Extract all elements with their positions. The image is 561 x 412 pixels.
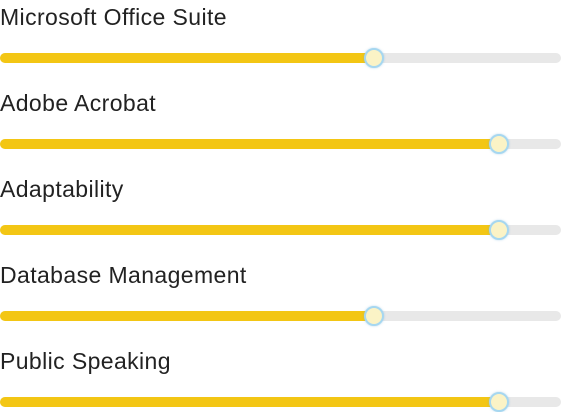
skill-public-speaking: Public Speaking [0,346,561,412]
skill-slider-track[interactable] [0,134,561,154]
skill-slider-fill [0,311,374,321]
skill-label: Adaptability [0,176,124,202]
skill-slider-handle[interactable] [363,306,384,326]
skill-slider-handle[interactable] [363,48,384,68]
skill-slider-handle[interactable] [489,220,510,240]
skill-adaptability: Adaptability [0,174,561,240]
skill-label: Database Management [0,262,247,288]
skill-slider-fill [0,53,374,63]
skill-slider-track[interactable] [0,48,561,68]
skill-label: Microsoft Office Suite [0,4,227,30]
skills-panel: Microsoft Office Suite Adobe Acrobat Ada… [0,0,561,412]
skill-slider-track[interactable] [0,392,561,412]
skill-adobe-acrobat: Adobe Acrobat [0,88,561,154]
skill-microsoft-office-suite: Microsoft Office Suite [0,2,561,68]
skill-label: Public Speaking [0,348,171,374]
skill-label: Adobe Acrobat [0,90,157,116]
skill-database-management: Database Management [0,260,561,326]
skill-slider-fill [0,225,500,235]
skill-slider-fill [0,139,500,149]
skill-slider-track[interactable] [0,220,561,240]
skill-slider-handle[interactable] [489,392,510,412]
skill-slider-handle[interactable] [489,134,510,154]
skill-slider-fill [0,397,500,407]
skill-slider-track[interactable] [0,306,561,326]
